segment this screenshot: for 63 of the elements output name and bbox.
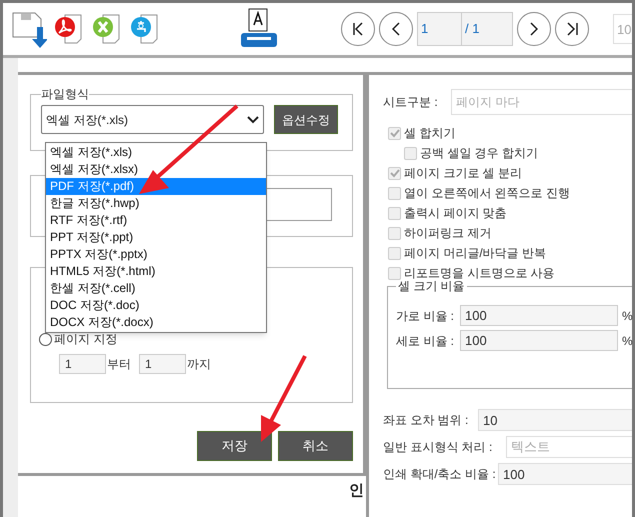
ratio-input[interactable]: 100 xyxy=(460,305,618,326)
checkbox[interactable] xyxy=(404,146,417,160)
checkbox-label: 리포트명을 시트명으로 사용 xyxy=(404,265,555,281)
ratio-input[interactable]: 100 xyxy=(460,330,618,351)
page-text: 인 xyxy=(349,481,364,501)
checkbox-label: 출력시 페이지 맞춤 xyxy=(404,205,507,222)
format-select[interactable]: 엑셀 저장(*.xls) xyxy=(41,105,264,134)
option-field[interactable]: 100 xyxy=(498,463,632,485)
first-page-button[interactable] xyxy=(341,12,375,46)
from-label: 부터 xyxy=(107,356,131,373)
checkbox[interactable] xyxy=(388,206,401,220)
checkbox-label: 공백 셀일 경우 합치기 xyxy=(420,145,538,162)
previous-page-button[interactable] xyxy=(379,12,413,46)
fieldset-legend: 파일형식 xyxy=(41,85,89,103)
option-edit-button[interactable]: 옵션수정 xyxy=(274,105,338,134)
dropdown-option[interactable]: PPT 저장(*.ppt) xyxy=(46,229,266,246)
from-page-input[interactable]: 1 xyxy=(59,354,106,374)
checkbox-label: 페이지 크기로 셀 분리 xyxy=(404,165,522,182)
dropdown-option[interactable]: PPTX 저장(*.pptx) xyxy=(46,246,266,263)
radio-button[interactable] xyxy=(39,332,52,346)
chevron-icon xyxy=(566,22,578,36)
dropdown-option[interactable]: 엑셀 저장(*.xls) xyxy=(46,144,266,161)
checkbox-label: 셀 합치기 xyxy=(404,125,456,142)
checkbox[interactable] xyxy=(388,246,401,260)
save-button[interactable]: 저장 xyxy=(197,431,272,461)
dropdown-option[interactable]: HTML5 저장(*.html) xyxy=(46,263,266,280)
dropdown-option[interactable]: 한셀 저장(*.cell) xyxy=(46,280,266,297)
next-page-button[interactable] xyxy=(517,12,551,46)
unit-label: % xyxy=(622,332,632,350)
dropdown-option[interactable]: DOCX 저장(*.docx) xyxy=(46,314,266,331)
chevron-icon xyxy=(392,22,400,36)
page-input[interactable]: 1 xyxy=(418,13,462,45)
field-label: 시트구분 : xyxy=(383,94,439,111)
checkbox-label: 페이지 머리글/바닥글 반복 xyxy=(404,245,546,262)
radio-label: 페이지 지정 xyxy=(54,331,118,348)
chevron-icon xyxy=(353,22,363,36)
field-label: 세로 비율 : xyxy=(396,332,456,350)
dropdown-option[interactable]: 한글 저장(*.hwp) xyxy=(46,195,266,212)
dropdown-option[interactable]: DOC 저장(*.doc) xyxy=(46,297,266,314)
unit-label: % xyxy=(622,308,632,324)
checkbox[interactable] xyxy=(388,166,401,180)
field-label: 좌표 오차 범위 : xyxy=(383,412,470,429)
dropdown-option[interactable]: PDF 저장(*.pdf) xyxy=(46,178,266,195)
chevron-icon xyxy=(530,22,538,36)
page-total: / 1 xyxy=(464,20,480,38)
checkbox[interactable] xyxy=(388,266,401,280)
checkbox[interactable] xyxy=(388,126,401,140)
to-label: 까지 xyxy=(187,356,211,373)
checkbox[interactable] xyxy=(388,186,401,200)
last-page-button[interactable] xyxy=(555,12,589,46)
option-field[interactable]: 10 xyxy=(478,409,632,431)
chevron-down-icon xyxy=(247,116,259,124)
cancel-button[interactable]: 취소 xyxy=(278,431,353,461)
checkbox-label: 하이퍼링크 제거 xyxy=(404,225,492,242)
field-label: 가로 비율 : xyxy=(396,308,456,324)
page-field[interactable]: 1 / 1 xyxy=(417,12,513,46)
checkbox-label: 열이 오른쪽에서 왼쪽으로 진행 xyxy=(404,185,570,202)
dropdown-option[interactable]: RTF 저장(*.rtf) xyxy=(46,212,266,229)
field-label: 인쇄 확대/축소 비율 : xyxy=(383,466,497,483)
checkbox[interactable] xyxy=(388,226,401,240)
to-page-input[interactable]: 1 xyxy=(139,354,186,374)
dropdown-option[interactable]: 엑셀 저장(*.xlsx) xyxy=(46,161,266,178)
field-label: 일반 표시형식 처리 : xyxy=(383,439,494,456)
